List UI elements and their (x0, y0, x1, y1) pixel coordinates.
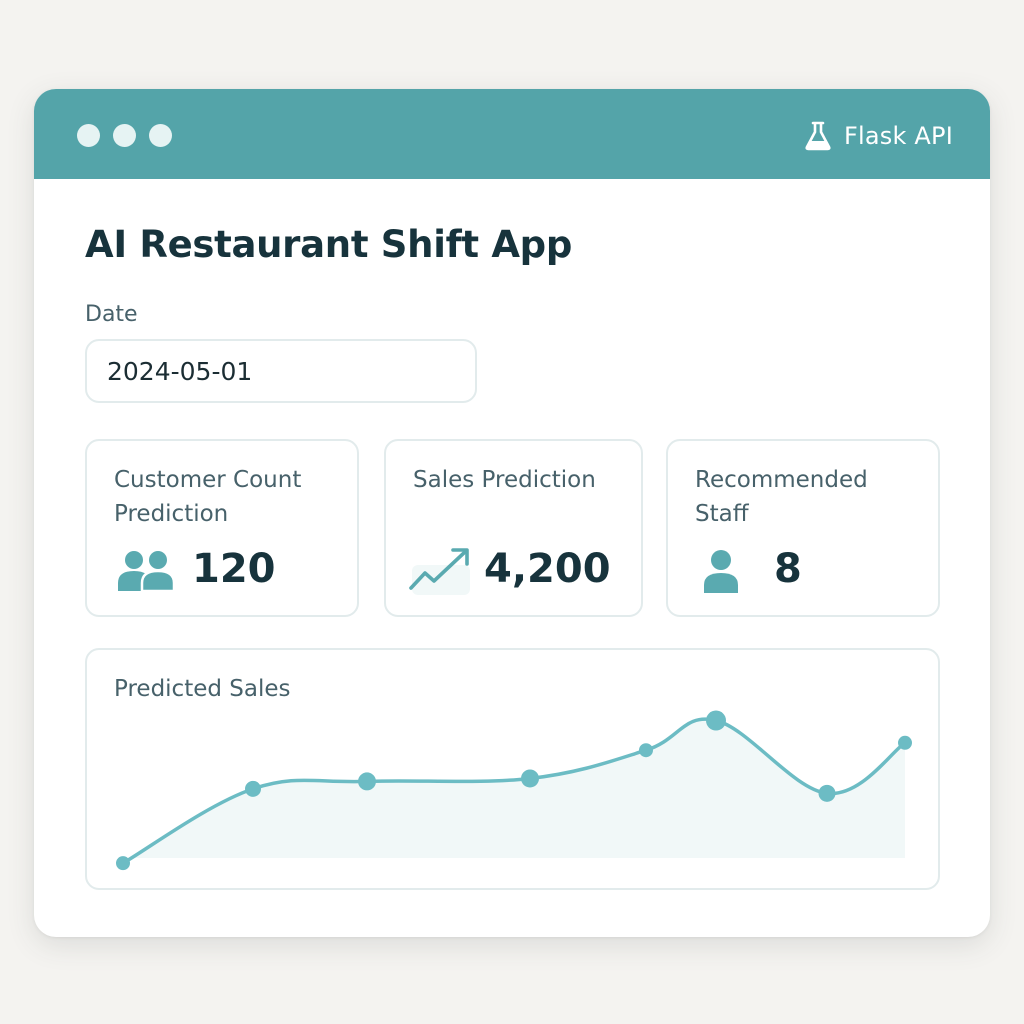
api-badge: Flask API (804, 121, 953, 151)
sales-data-point (521, 769, 539, 788)
customer-count-card: Customer Count Prediction 120 (85, 439, 359, 617)
users-icon (117, 549, 176, 595)
page-title: AI Restaurant Shift App (85, 223, 573, 266)
window-dot-minimize[interactable] (113, 124, 136, 147)
window-titlebar: Flask API (34, 89, 990, 179)
user-icon (701, 549, 741, 597)
date-label: Date (85, 302, 138, 327)
app-window: Flask API AI Restaurant Shift App Date C… (34, 89, 990, 937)
sales-data-point (818, 784, 836, 802)
date-input[interactable] (85, 339, 477, 403)
api-label: Flask API (844, 122, 953, 150)
sales-data-point (116, 856, 130, 871)
customer-count-value: 120 (192, 546, 276, 592)
predicted-sales-chart-card: Predicted Sales (85, 648, 940, 890)
sales-prediction-label: Sales Prediction (413, 467, 596, 493)
recommended-staff-label: Recommended Staff (695, 467, 868, 527)
recommended-staff-card: Recommended Staff 8 (666, 439, 940, 617)
sales-data-point (358, 772, 376, 791)
sales-data-point (639, 743, 653, 758)
flask-icon (804, 121, 832, 151)
sales-prediction-card: Sales Prediction 4,200 (384, 439, 643, 617)
trending-up-icon (408, 545, 474, 601)
sales-data-point (706, 710, 726, 731)
window-dot-maximize[interactable] (149, 124, 172, 147)
recommended-staff-value: 8 (774, 546, 802, 592)
predicted-sales-chart (116, 710, 912, 871)
sales-area-fill (123, 719, 905, 864)
sales-data-point (898, 735, 912, 750)
window-dot-close[interactable] (77, 124, 100, 147)
customer-count-label: Customer Count Prediction (114, 467, 302, 527)
sales-data-point (245, 780, 261, 797)
sales-prediction-value: 4,200 (484, 546, 611, 592)
